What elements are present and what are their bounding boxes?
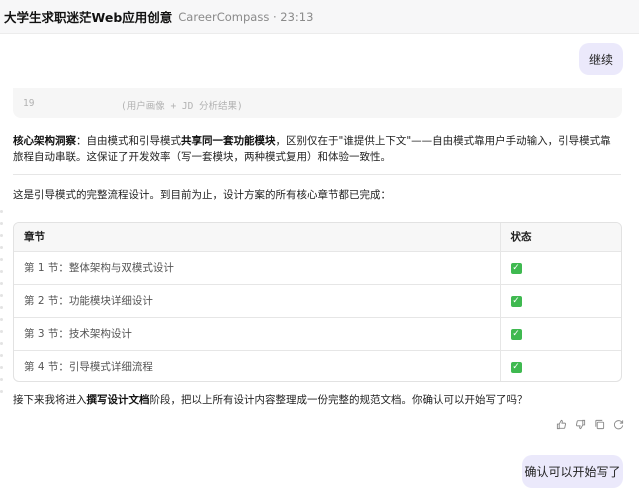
copy-icon[interactable] xyxy=(594,419,605,430)
divider xyxy=(13,174,621,175)
chapter-cell: 第 2 节：功能模块详细设计 xyxy=(14,284,500,318)
user-message-bubble-confirm: 确认可以开始写了 xyxy=(522,455,623,488)
table-row: 第 1 节：整体架构与双模式设计 ✓ xyxy=(14,251,621,285)
table-row: 第 3 节：技术架构设计 ✓ xyxy=(14,317,621,351)
code-line-text: (用户画像 + JD 分析结果) xyxy=(121,101,243,112)
progress-table: 章节 状态 第 1 节：整体架构与双模式设计 ✓ 第 2 节：功能模块详细设计 … xyxy=(13,222,622,382)
refresh-icon[interactable] xyxy=(613,419,624,430)
conversation-meta: CareerCompass · 23:13 xyxy=(178,9,314,24)
conversation-title: 大学生求职迷茫Web应用创意 xyxy=(4,10,173,25)
insight-label: 核心架构洞察 xyxy=(13,135,76,147)
outro-after: 阶段，把以上所有设计内容整理成一份完整的规范文档。你确认可以开始写了吗？ xyxy=(149,394,528,406)
outro-before: 接下来我将进入 xyxy=(13,394,87,406)
check-icon: ✓ xyxy=(510,362,522,374)
check-icon: ✓ xyxy=(510,263,522,274)
check-icon: ✓ xyxy=(510,329,522,340)
insight-text-a: ：自由模式和引导模式 xyxy=(76,135,181,147)
thumbs-down-icon[interactable] xyxy=(575,419,586,430)
header-status: 状态 xyxy=(499,223,621,252)
insight-paragraph: 核心架构洞察：自由模式和引导模式共享同一套功能模块，区别仅在于"谁提供上下文"—… xyxy=(13,133,613,165)
chapter-cell: 第 1 节：整体架构与双模式设计 xyxy=(14,251,500,285)
status-cell: ✓ xyxy=(499,284,621,318)
code-block: 19 (用户画像 + JD 分析结果) xyxy=(13,88,622,118)
insight-bold: 共享同一套功能模块 xyxy=(181,135,276,147)
status-cell: ✓ xyxy=(499,251,621,285)
header-chapter: 章节 xyxy=(14,223,500,252)
chapter-cell: 第 4 节：引导模式详细流程 xyxy=(24,361,153,374)
user-message-bubble: 继续 xyxy=(579,43,623,75)
outro-bold: 撰写设计文档 xyxy=(86,394,150,406)
summary-paragraph: 这是引导模式的完整流程设计。到目前为止，设计方案的所有核心章节都已完成： xyxy=(13,189,391,201)
status-cell: ✓ xyxy=(499,350,621,381)
code-line-number: 19 xyxy=(23,98,35,109)
table-header-row: 章节 状态 xyxy=(14,223,621,252)
chat-header: 大学生求职迷茫Web应用创意 CareerCompass · 23:13 xyxy=(0,0,639,34)
outro-paragraph: 接下来我将进入撰写设计文档阶段，把以上所有设计内容整理成一份完整的规范文档。你确… xyxy=(13,392,528,408)
thumbs-up-icon[interactable] xyxy=(556,419,567,430)
table-row: 第 4 节：引导模式详细流程 ✓ xyxy=(14,350,621,381)
status-cell: ✓ xyxy=(499,317,621,351)
table-row: 第 2 节：功能模块详细设计 ✓ xyxy=(14,284,621,318)
chapter-cell: 第 3 节：技术架构设计 xyxy=(14,317,500,351)
check-icon: ✓ xyxy=(510,296,522,307)
scroll-dots xyxy=(0,210,3,400)
message-actions xyxy=(556,419,624,430)
